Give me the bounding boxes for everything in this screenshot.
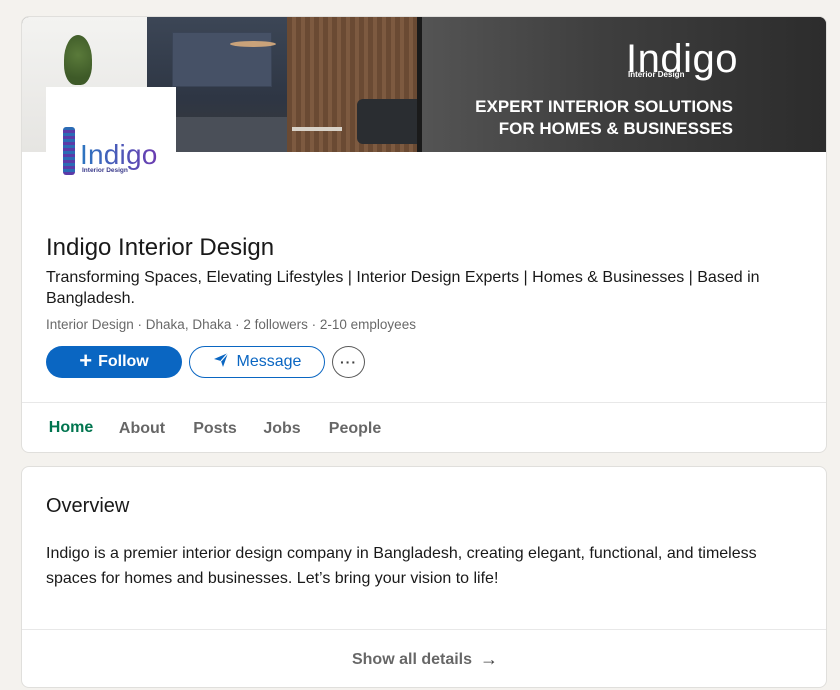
banner-table [292, 127, 342, 131]
arrow-right-icon: → [480, 649, 499, 669]
overview-card: Overview Indigo is a premier interior de… [21, 466, 827, 688]
company-logo[interactable]: Indigo Interior Design [46, 87, 176, 191]
tab-posts[interactable]: Posts [187, 403, 243, 452]
banner-tagline: EXPERT INTERIOR SOLUTIONS FOR HOMES & BU… [473, 96, 733, 140]
ellipsis-icon: ··· [340, 354, 357, 370]
banner-tagline-line1: EXPERT INTERIOR SOLUTIONS [475, 97, 733, 116]
follow-label: Follow [98, 353, 149, 370]
tab-jobs[interactable]: Jobs [257, 403, 307, 452]
banner-counter [162, 117, 287, 152]
meta-followers[interactable]: 2 followers [243, 317, 308, 332]
banner-lamp [230, 41, 276, 47]
message-button[interactable]: Message [189, 346, 325, 378]
overview-text: Indigo is a premier interior design comp… [46, 545, 757, 587]
follow-button[interactable]: + Follow [46, 346, 182, 378]
send-icon [213, 352, 229, 373]
meta-industry: Interior Design [46, 317, 134, 332]
show-all-label: Show all details [351, 650, 473, 668]
meta-separator: · [307, 317, 320, 332]
page-tabs: Home About Posts Jobs People [22, 402, 826, 452]
meta-employees[interactable]: 2-10 employees [320, 317, 416, 332]
overview-title: Overview [46, 495, 130, 517]
show-all-details-button[interactable]: Show all details → [22, 629, 826, 687]
tab-people[interactable]: People [321, 403, 389, 452]
meta-separator: · [133, 317, 146, 332]
company-top-card: Indigo Interior Design EXPERT INTERIOR S… [21, 16, 827, 453]
plus-icon: + [79, 348, 93, 373]
meta-location: Dhaka, Dhaka [145, 317, 232, 332]
message-label: Message [236, 353, 302, 370]
tab-home[interactable]: Home [39, 403, 103, 452]
banner-logo-sub: Interior Design [628, 70, 685, 79]
company-meta: Interior Design · Dhaka, Dhaka · 2 follo… [46, 317, 416, 332]
meta-separator: · [231, 317, 244, 332]
banner-tagline-line2: FOR HOMES & BUSINESSES [498, 119, 733, 138]
tab-about[interactable]: About [111, 403, 173, 452]
logo-sub: Interior Design [82, 167, 128, 174]
company-name: Indigo Interior Design [46, 234, 275, 261]
banner-plant [64, 35, 92, 85]
more-actions-button[interactable]: ··· [332, 346, 365, 378]
company-tagline: Transforming Spaces, Elevating Lifestyle… [46, 269, 760, 307]
logo-mark-icon [63, 127, 75, 175]
